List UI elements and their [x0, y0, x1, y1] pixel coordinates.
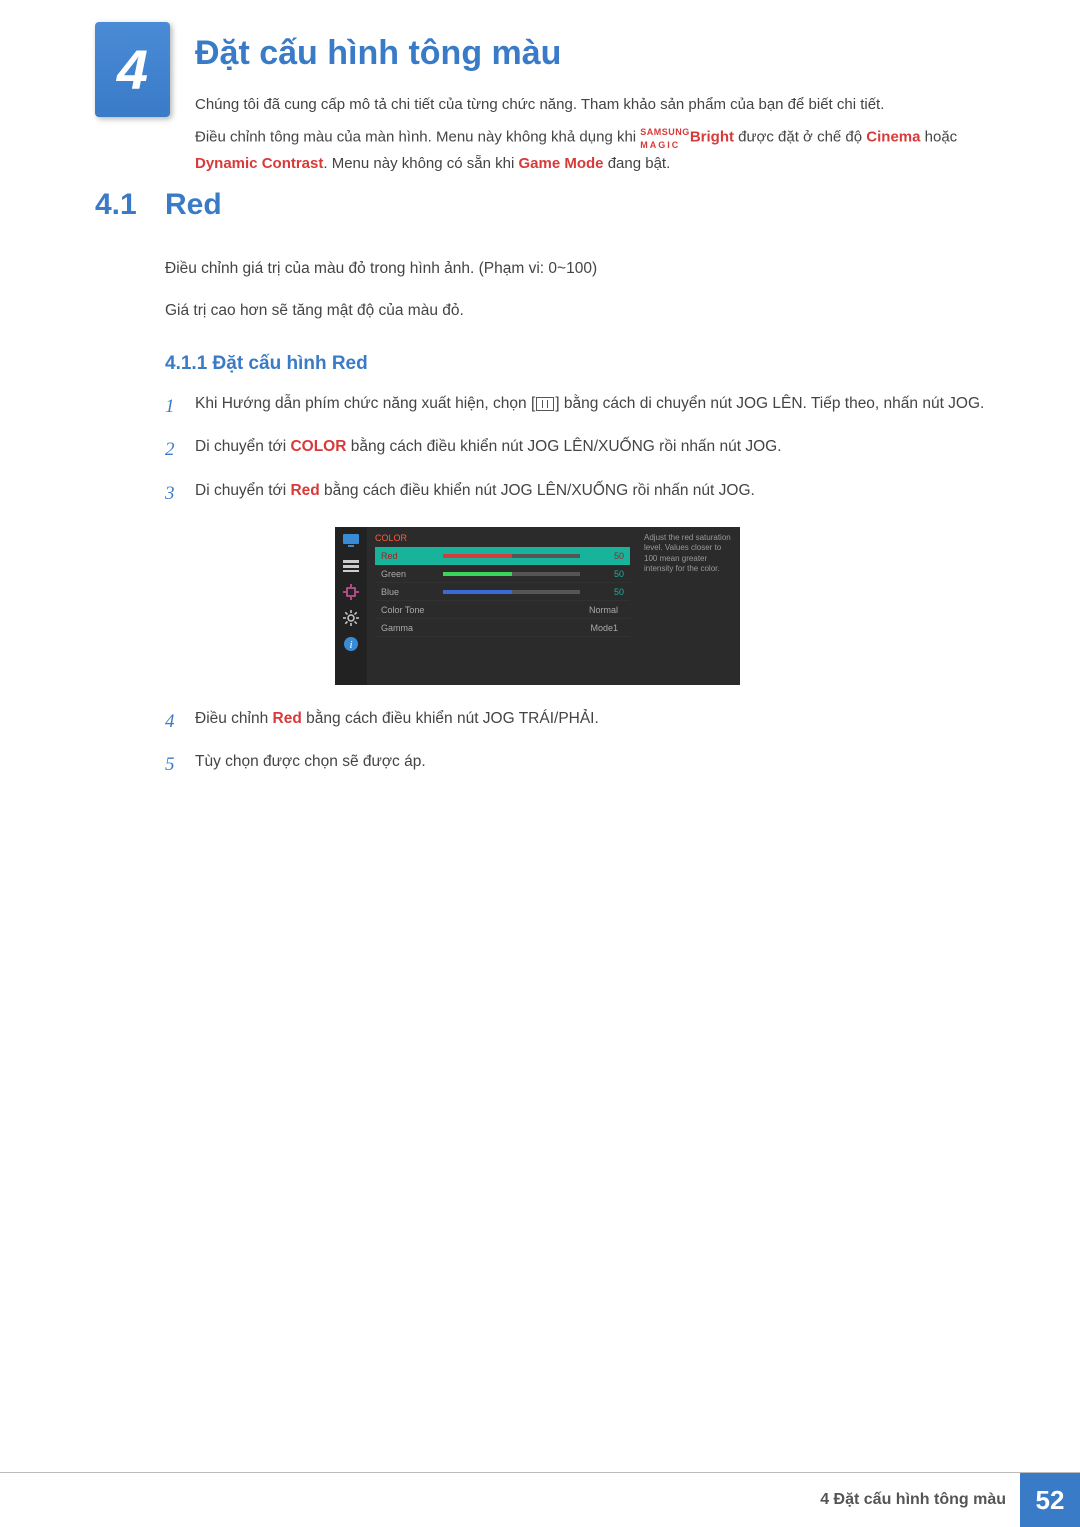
- step-text: Di chuyển tới Red bằng cách điều khiển n…: [195, 477, 990, 510]
- resize-icon: [341, 583, 361, 601]
- section-paragraph-2: Giá trị cao hơn sẽ tăng mật độ của màu đ…: [165, 297, 990, 325]
- step-text: Điều chỉnh Red bằng cách điều khiển nút …: [195, 705, 990, 738]
- magic-label: MAGIC: [640, 140, 680, 150]
- keyword-red: Red: [290, 482, 319, 499]
- game-mode-label: Game Mode: [519, 155, 604, 172]
- osd-row-value: Normal: [443, 605, 624, 615]
- menu-icon: [536, 397, 554, 411]
- step-text: Tùy chọn được chọn sẽ được áp.: [195, 748, 990, 781]
- osd-slider-track: [443, 554, 580, 558]
- osd-row-label: Red: [381, 551, 443, 561]
- osd-tooltip: Adjust the red saturation level. Values …: [638, 527, 740, 685]
- osd-row-value: Mode1: [443, 623, 624, 633]
- step-number: 2: [165, 433, 195, 466]
- osd-row: Green 50: [375, 565, 630, 583]
- samsung-label: SAMSUNG: [640, 127, 690, 137]
- step-item: 5Tùy chọn được chọn sẽ được áp.: [165, 748, 990, 781]
- page-footer: 4 Đặt cấu hình tông màu 52: [0, 1472, 1080, 1527]
- osd-row-label: Gamma: [381, 623, 443, 633]
- cinema-label: Cinema: [866, 128, 920, 145]
- chapter-title: Đặt cấu hình tông màu: [195, 34, 561, 73]
- section-paragraph-1: Điều chỉnh giá trị của màu đỏ trong hình…: [165, 255, 990, 283]
- step-text: Khi Hướng dẫn phím chức năng xuất hiện, …: [195, 390, 990, 423]
- keyword-color: COLOR: [290, 438, 346, 455]
- osd-slider-fill: [443, 590, 512, 594]
- svg-text:i: i: [349, 639, 352, 651]
- list-icon: [341, 557, 361, 575]
- intro-line-1: Chúng tôi đã cung cấp mô tả chi tiết của…: [195, 92, 1000, 118]
- osd-row: Color ToneNormal: [375, 601, 630, 619]
- osd-row-label: Green: [381, 569, 443, 579]
- footer-page-number: 52: [1020, 1473, 1080, 1527]
- step-item: 2Di chuyển tới COLOR bằng cách điều khiể…: [165, 433, 990, 466]
- osd-sidebar: i: [335, 527, 367, 685]
- footer-chapter-label: 4 Đặt cấu hình tông màu: [820, 1473, 1020, 1527]
- step-item: 1Khi Hướng dẫn phím chức năng xuất hiện,…: [165, 390, 990, 423]
- subsection-heading: 4.1.1 Đặt cấu hình Red: [165, 353, 368, 375]
- osd-row-value: 50: [590, 551, 624, 561]
- step-number: 3: [165, 477, 195, 510]
- step-number: 4: [165, 705, 195, 738]
- osd-menu-screenshot: i COLOR Red 50 Green 50 Blue 50 Color ToneNorm…: [335, 527, 740, 685]
- osd-row-label: Color Tone: [381, 605, 443, 615]
- section-number: 4.1: [95, 188, 137, 222]
- step-number: 5: [165, 748, 195, 781]
- osd-row: GammaMode1: [375, 619, 630, 637]
- osd-row-label: Blue: [381, 587, 443, 597]
- osd-row-value: 50: [590, 587, 624, 597]
- osd-slider-fill: [443, 554, 512, 558]
- osd-slider-track: [443, 572, 580, 576]
- osd-row: Blue 50: [375, 583, 630, 601]
- osd-slider-track: [443, 590, 580, 594]
- osd-row-value: 50: [590, 569, 624, 579]
- osd-slider-fill: [443, 572, 512, 576]
- osd-main-panel: COLOR Red 50 Green 50 Blue 50 Color ToneNormal…: [367, 527, 638, 685]
- chapter-intro: Chúng tôi đã cung cấp mô tả chi tiết của…: [195, 92, 1000, 182]
- intro-line-2: Điều chỉnh tông màu của màn hình. Menu n…: [195, 124, 1000, 177]
- step-item: 4Điều chỉnh Red bằng cách điều khiển nút…: [165, 705, 990, 738]
- bright-label: Bright: [690, 128, 734, 145]
- keyword-red: Red: [273, 710, 302, 727]
- step-text: Di chuyển tới COLOR bằng cách điều khiển…: [195, 433, 990, 466]
- monitor-icon: [341, 531, 361, 549]
- step-item: 3Di chuyển tới Red bằng cách điều khiển …: [165, 477, 990, 510]
- osd-title: COLOR: [375, 533, 630, 543]
- step-number: 1: [165, 390, 195, 423]
- gear-icon: [341, 609, 361, 627]
- chapter-number-badge: 4: [95, 22, 170, 117]
- info-icon: i: [341, 635, 361, 653]
- steps-list-before: 1Khi Hướng dẫn phím chức năng xuất hiện,…: [165, 390, 990, 520]
- osd-row: Red 50: [375, 547, 630, 565]
- steps-list-after: 4Điều chỉnh Red bằng cách điều khiển nút…: [165, 705, 990, 792]
- section-title: Red: [165, 188, 222, 222]
- dynamic-contrast-label: Dynamic Contrast: [195, 155, 323, 172]
